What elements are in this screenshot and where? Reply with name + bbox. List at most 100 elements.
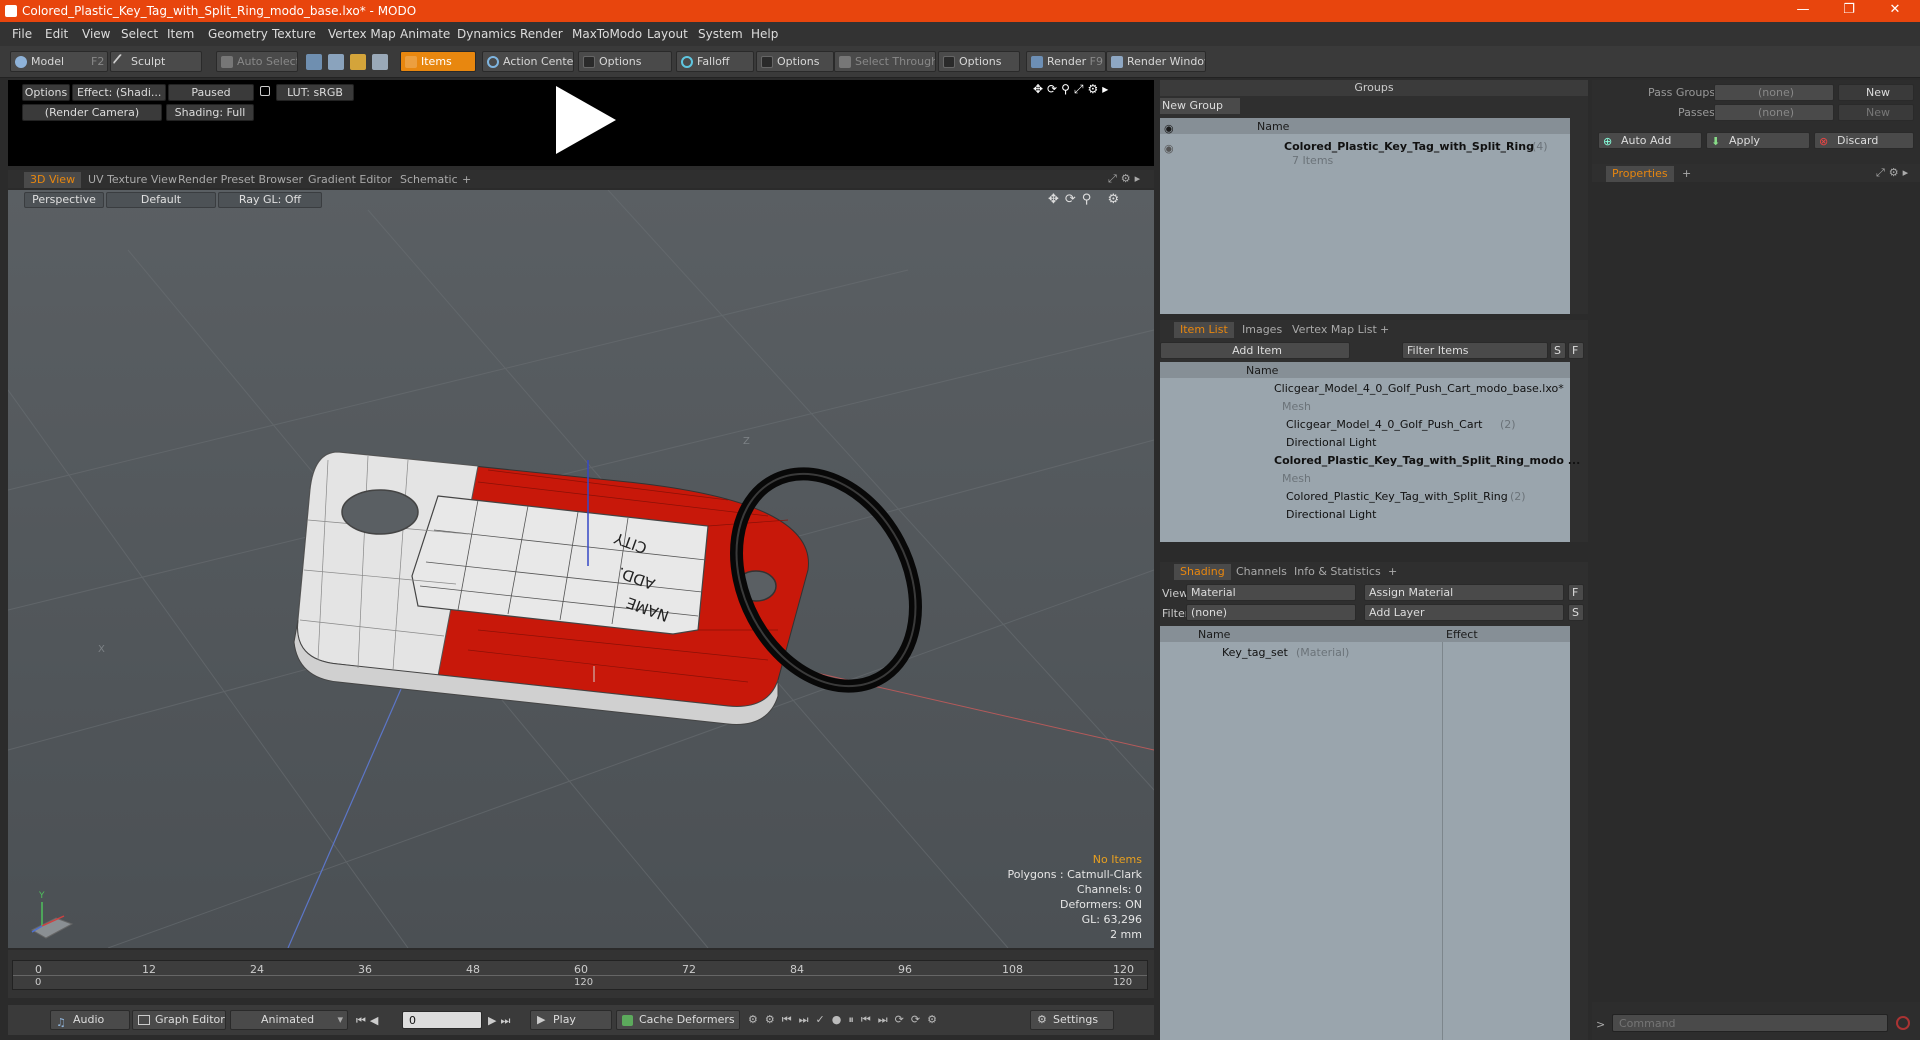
skip-back-icons[interactable]: ⏮◀ [356, 1014, 382, 1028]
filter-s-button[interactable]: S [1550, 342, 1566, 359]
item-list-tree[interactable]: Name Clicgear_Model_4_0_Golf_Push_Cart_m… [1160, 362, 1580, 542]
command-status-icon[interactable] [1896, 1016, 1910, 1030]
menu-view[interactable]: View [82, 27, 110, 41]
tab-add[interactable]: + [1374, 322, 1395, 338]
close-button[interactable]: ✕ [1872, 0, 1918, 22]
select-through-options-button[interactable]: Options [938, 51, 1020, 72]
play-button[interactable]: ▶ Play [530, 1010, 612, 1030]
maximize-button[interactable]: ❐ [1826, 0, 1872, 22]
preview-nav-icons[interactable]: ✥⟳⚲⤢⚙▸ [1033, 82, 1112, 97]
properties-controls-icons[interactable]: ⤢⚙▸ [1876, 166, 1912, 180]
menu-system[interactable]: System [698, 27, 743, 41]
preview-paused-button[interactable]: Paused [168, 84, 254, 101]
settings-button[interactable]: ⚙ Settings [1030, 1010, 1114, 1030]
tab-info-statistics[interactable]: Info & Statistics [1288, 564, 1387, 580]
action-center-button[interactable]: Action Center [482, 51, 574, 72]
passes-dropdown[interactable]: (none) [1714, 104, 1834, 121]
group-item-name[interactable]: Colored_Plastic_Key_Tag_with_Split_Ring [1284, 140, 1534, 153]
menu-geometry[interactable]: Geometry [208, 27, 268, 41]
cache-deformers-button[interactable]: Cache Deformers [616, 1010, 740, 1030]
preview-camera-dropdown[interactable]: (Render Camera) [22, 104, 162, 121]
keyframe-tool-icons[interactable]: ⚙⚙⏮⏭✓●⏸⏮⏭⟳⟳⚙ [748, 1013, 944, 1027]
current-frame-input[interactable]: 0 [402, 1011, 482, 1029]
new-pass-button[interactable]: New [1838, 104, 1914, 121]
tree-row-mesh-2[interactable]: Mesh [1282, 472, 1311, 485]
menu-render[interactable]: Render [520, 27, 563, 41]
render-button[interactable]: Render F9 [1026, 51, 1106, 72]
skip-forward-icons[interactable]: ▶⏭ [488, 1014, 514, 1028]
tab-render-preset-browser[interactable]: Render Preset Browser [172, 172, 309, 188]
select-through-button[interactable]: Select Through [834, 51, 936, 72]
render-window-button[interactable]: Render Window [1106, 51, 1206, 72]
tab-schematic[interactable]: Schematic [394, 172, 464, 188]
tab-add[interactable]: + [1676, 166, 1697, 182]
shading-s-button[interactable]: S [1568, 604, 1584, 621]
filter-f-button[interactable]: F [1568, 342, 1584, 359]
model-mode-button[interactable]: Model F2 [10, 51, 108, 72]
tab-controls-icons[interactable]: ⤢⚙▸ [1108, 172, 1144, 186]
audio-button[interactable]: ♫ Audio [50, 1010, 130, 1030]
animated-dropdown[interactable]: Animated ▾ [230, 1010, 348, 1030]
play-icon[interactable] [556, 86, 616, 154]
auto-select-button[interactable]: Auto Select [216, 51, 298, 72]
vertices-mode-icon[interactable] [306, 54, 322, 70]
menu-dynamics[interactable]: Dynamics [457, 27, 516, 41]
tree-row-clicgear-model[interactable]: Clicgear_Model_4_0_Golf_Push_Cart [1286, 418, 1482, 431]
menu-select[interactable]: Select [121, 27, 158, 41]
menu-animate[interactable]: Animate [400, 27, 450, 41]
new-group-button[interactable]: New Group [1160, 98, 1240, 114]
tab-shading[interactable]: Shading [1174, 564, 1231, 580]
menu-edit[interactable]: Edit [45, 27, 68, 41]
render-preview[interactable]: Options Effect: (Shadi... Paused LUT: sR… [8, 80, 1154, 166]
menu-vertex-map[interactable]: Vertex Map [328, 27, 396, 41]
group-eye-icon[interactable]: ◉ [1164, 142, 1174, 155]
apply-button[interactable]: ⬇ Apply [1706, 132, 1810, 149]
tab-add[interactable]: + [456, 172, 477, 188]
tab-properties[interactable]: Properties [1606, 166, 1674, 182]
preview-options-button[interactable]: Options [22, 84, 70, 101]
3d-viewport[interactable]: Perspective Default Ray GL: Off ✥⟳⚲ ⚙ Z … [8, 190, 1154, 948]
view-material-dropdown[interactable]: Material [1186, 584, 1356, 601]
tab-channels[interactable]: Channels [1230, 564, 1293, 580]
menu-file[interactable]: File [12, 27, 32, 41]
filter-items-input[interactable]: Filter Items [1402, 342, 1548, 359]
menu-layout[interactable]: Layout [647, 27, 688, 41]
edges-mode-icon[interactable] [328, 54, 344, 70]
timeline-ruler[interactable]: 0 12 24 36 48 60 72 84 96 108 120 0 120 … [12, 960, 1148, 990]
materials-mode-icon[interactable] [372, 54, 388, 70]
tab-add[interactable]: + [1382, 564, 1403, 580]
preview-effect-dropdown[interactable]: Effect: (Shadi... [72, 84, 166, 101]
lock-icon[interactable] [260, 86, 270, 96]
assign-material-button[interactable]: Assign Material [1364, 584, 1564, 601]
menu-texture[interactable]: Texture [272, 27, 316, 41]
tab-uv-texture-view[interactable]: UV Texture View [82, 172, 183, 188]
auto-add-button[interactable]: ⊕ Auto Add [1598, 132, 1702, 149]
tree-row-mesh-1[interactable]: Mesh [1282, 400, 1311, 413]
discard-button[interactable]: ⊗ Discard [1814, 132, 1914, 149]
shading-f-button[interactable]: F [1568, 584, 1584, 601]
minimize-button[interactable]: — [1780, 0, 1826, 22]
tab-3d-view[interactable]: 3D View [24, 172, 82, 188]
preview-shading-dropdown[interactable]: Shading: Full [166, 104, 254, 121]
new-pass-group-button[interactable]: New [1838, 84, 1914, 101]
pass-groups-dropdown[interactable]: (none) [1714, 84, 1834, 101]
tree-row-keytag-scene[interactable]: Colored_Plastic_Key_Tag_with_Split_Ring_… [1274, 454, 1580, 467]
command-input[interactable] [1612, 1014, 1888, 1032]
shader-tree[interactable]: Name Effect Key_tag_set (Material) [1160, 626, 1570, 1040]
tree-row-clicgear-scene[interactable]: Clicgear_Model_4_0_Golf_Push_Cart_modo_b… [1274, 382, 1564, 395]
tree-row-light-1[interactable]: Directional Light [1286, 436, 1376, 449]
menu-maxtomodo[interactable]: MaxToModo [572, 27, 642, 41]
falloff-options-button[interactable]: Options [756, 51, 834, 72]
menu-item[interactable]: Item [167, 27, 194, 41]
action-center-options-button[interactable]: Options [578, 51, 672, 72]
groups-list[interactable]: ◉ Name ◉ Colored_Plastic_Key_Tag_with_Sp… [1160, 118, 1570, 314]
menu-help[interactable]: Help [751, 27, 778, 41]
filter-dropdown[interactable]: (none) [1186, 604, 1356, 621]
sculpt-mode-button[interactable]: Sculpt [110, 51, 202, 72]
graph-editor-button[interactable]: Graph Editor [132, 1010, 226, 1030]
add-layer-dropdown[interactable]: Add Layer [1364, 604, 1564, 621]
tab-gradient-editor[interactable]: Gradient Editor [302, 172, 398, 188]
tree-row-light-2[interactable]: Directional Light [1286, 508, 1376, 521]
tab-images[interactable]: Images [1236, 322, 1288, 338]
polygons-mode-icon[interactable] [350, 54, 366, 70]
